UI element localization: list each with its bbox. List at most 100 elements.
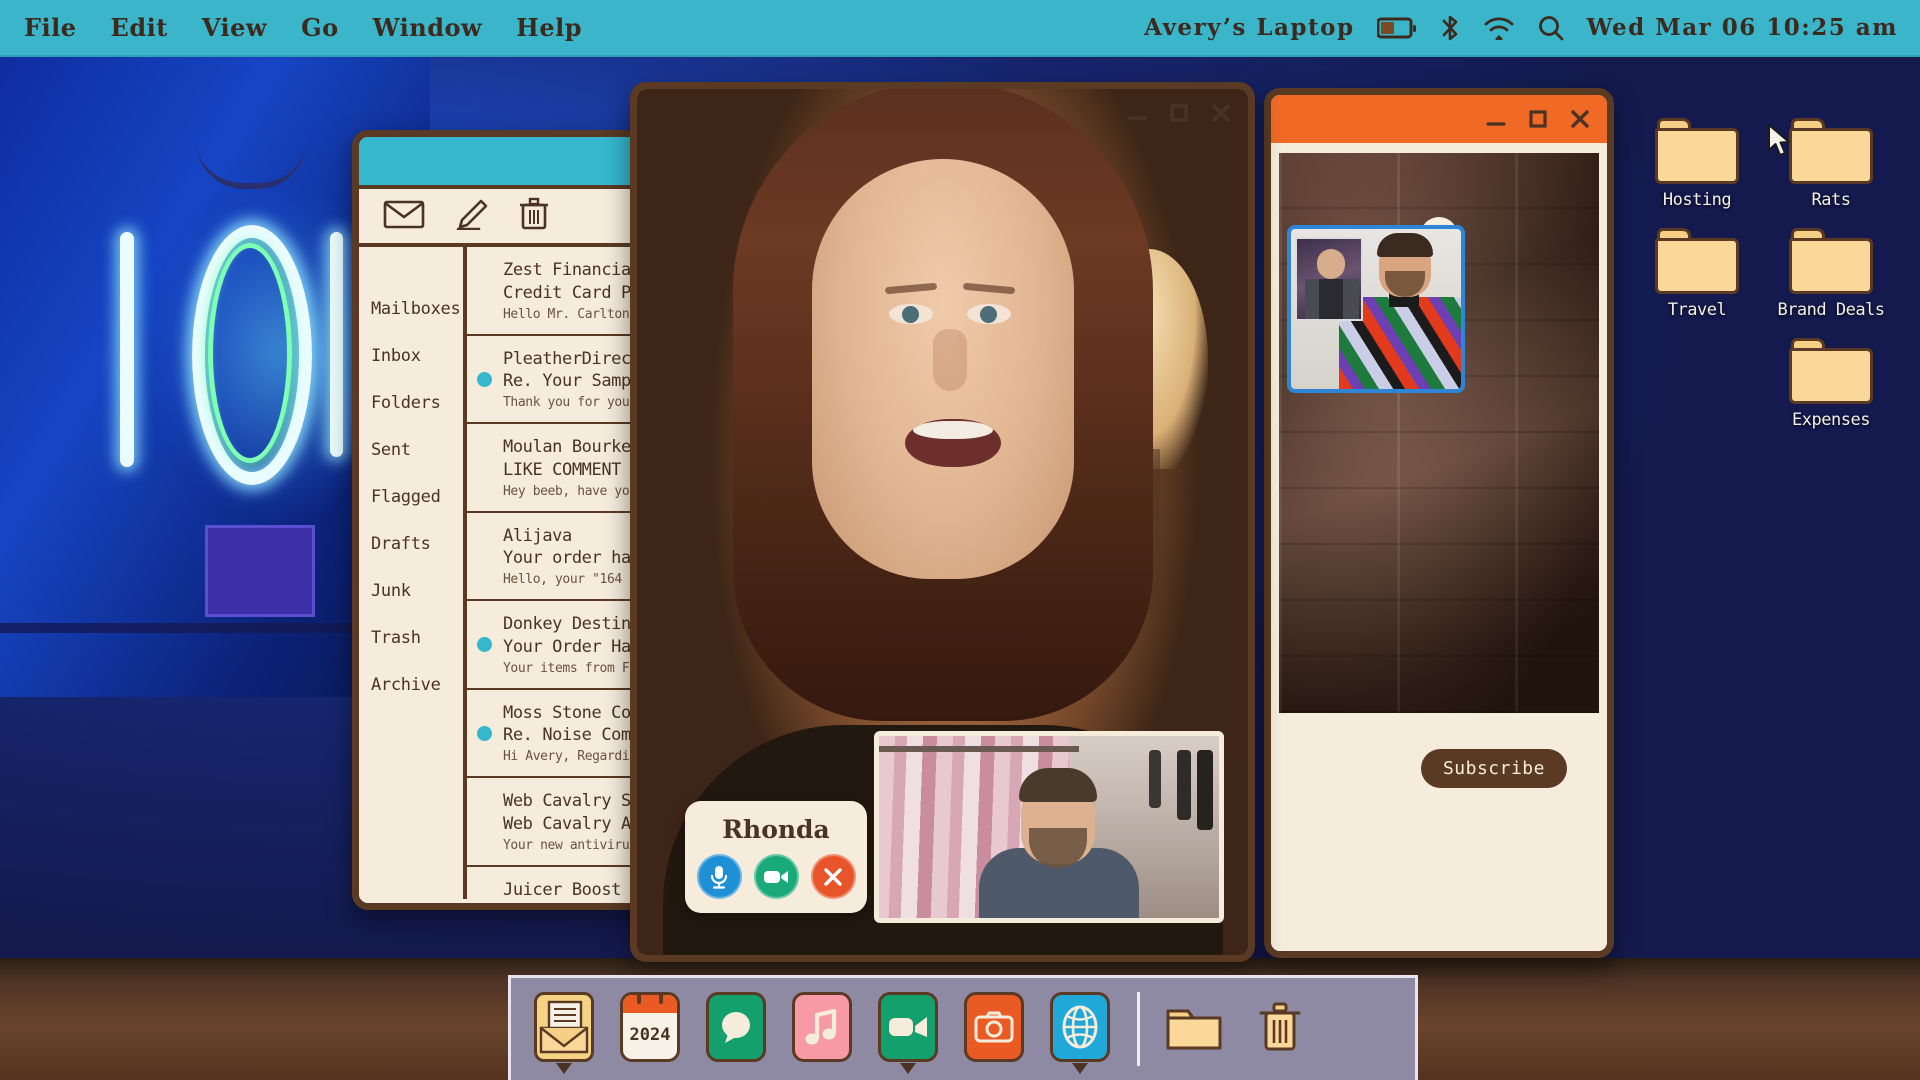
wallpaper-box [205,525,315,617]
wallpaper-neon-tube-left [120,232,134,467]
folder-icon [1164,1001,1224,1053]
sidebar-item-drafts[interactable]: Drafts [371,534,463,554]
facetime-self-view[interactable] [874,731,1224,923]
facetime-window[interactable]: Rhonda [630,82,1255,962]
calendar-ring-left [637,992,641,1004]
caller-nose [933,329,967,391]
sidebar-item-trash[interactable]: Trash [371,628,463,648]
folder-icon [1789,118,1873,184]
compose-pencil-icon[interactable] [455,198,489,234]
folder-icon [1789,228,1873,294]
mouse-cursor [1767,124,1793,162]
menu-help[interactable]: Help [516,13,582,42]
subscribe-row: Subscribe [1279,713,1599,823]
sidebar-item-sent[interactable]: Sent [371,440,463,460]
caller-eye-right [967,304,1011,324]
close-button[interactable] [1208,100,1234,126]
dock-item-mail[interactable] [529,992,599,1066]
calendar-year: 2024 [630,1025,671,1045]
pip-subject-hair [1377,233,1433,257]
dock-item-trash[interactable] [1248,992,1318,1066]
dock-item-camera[interactable] [959,992,1029,1066]
dock-item-music[interactable] [787,992,857,1066]
camera-icon [973,1010,1015,1044]
subscribe-button[interactable]: Subscribe [1421,749,1567,788]
maximize-button[interactable] [1525,106,1551,132]
self-view-rail [879,746,1079,752]
calendar-header [623,995,677,1013]
self-view-tool-1 [1177,750,1191,820]
sidebar-item-folders[interactable]: Folders [371,393,463,413]
menu-view[interactable]: View [202,13,267,42]
window-controls [1124,100,1234,126]
facetime-window-titlebar[interactable] [637,89,1248,137]
menu-go[interactable]: Go [301,13,339,42]
running-indicator [1072,1063,1088,1074]
mail-envelope-icon [538,998,590,1056]
minimize-button[interactable] [1124,100,1150,126]
menu-window[interactable]: Window [373,13,483,42]
menu-edit[interactable]: Edit [111,13,168,42]
sidebar-item-flagged[interactable]: Flagged [371,487,463,507]
facetime-call-controls: Rhonda [685,801,867,913]
desktop-folder-brand-deals[interactable]: Brand Deals [1764,228,1898,320]
picture-in-picture-overlay[interactable] [1287,225,1465,393]
sidebar-item-archive[interactable]: Archive [371,675,463,695]
menu-file[interactable]: File [24,13,77,42]
window-controls [1483,106,1593,132]
music-note-icon [803,1007,841,1047]
folder-label: Brand Deals [1764,300,1898,320]
sidebar-item-mailboxes[interactable]: Mailboxes [371,299,463,319]
camera-button[interactable] [754,854,799,899]
dock-item-messages[interactable] [701,992,771,1066]
desktop-icon-row: Hosting Rats [1630,118,1900,228]
running-indicator [556,1063,572,1074]
globe-icon [1060,1005,1100,1049]
caller-name: Rhonda [695,815,857,844]
call-control-buttons [695,854,857,899]
menu-bar-items: File Edit View Go Window Help [0,13,582,42]
dock-item-calendar[interactable]: 2024 [615,992,685,1066]
video-window-titlebar[interactable] [1271,95,1607,143]
desktop-folder-travel[interactable]: Travel [1630,228,1764,320]
maximize-button[interactable] [1166,100,1192,126]
sidebar-item-junk[interactable]: Junk [371,581,463,601]
dock-item-facetime[interactable] [873,992,943,1066]
pip-inset-thumbnail [1295,237,1363,321]
battery-icon[interactable] [1377,17,1417,39]
end-call-button[interactable] [811,854,856,899]
video-player[interactable] [1279,153,1599,713]
bluetooth-icon[interactable] [1439,14,1461,42]
dock-item-files[interactable] [1162,992,1232,1066]
wallpaper-neon-tube-right [330,232,343,457]
trash-icon [1257,999,1303,1055]
calendar-ring-right [659,992,663,1004]
trash-icon[interactable] [519,197,549,235]
desktop-icon-row: Expenses [1630,338,1900,448]
sidebar-item-inbox[interactable]: Inbox [371,346,463,366]
wallpaper-neon-tube-o-inner [208,243,292,463]
close-button[interactable] [1567,106,1593,132]
menu-bar: File Edit View Go Window Help Avery’s La… [0,0,1920,57]
video-browser-window[interactable]: Subscribe [1264,88,1614,958]
unread-dot [477,637,492,652]
minimize-button[interactable] [1483,106,1509,132]
desktop-folder-expenses[interactable]: Expenses [1764,338,1898,430]
clock[interactable]: Wed Mar 06 10:25 am [1587,14,1898,41]
desktop-folder-hosting[interactable]: Hosting [1630,118,1764,210]
unread-dot [477,372,492,387]
video-window-body: Subscribe [1271,143,1607,951]
running-indicator [900,1063,916,1074]
self-view-tool-2 [1149,750,1161,808]
caller-mouth [905,419,1001,467]
desktop-icon-row: Travel Brand Deals [1630,228,1900,338]
dock-item-browser[interactable] [1045,992,1115,1066]
dock: 2024 [508,975,1418,1080]
envelope-icon[interactable] [383,199,425,233]
video-camera-icon [886,1013,930,1041]
wifi-icon[interactable] [1483,16,1515,40]
microphone-button[interactable] [697,854,742,899]
folder-label: Rats [1764,190,1898,210]
mail-sidebar: Mailboxes Inbox Folders Sent Flagged Dra… [359,247,467,899]
search-icon[interactable] [1537,14,1565,42]
